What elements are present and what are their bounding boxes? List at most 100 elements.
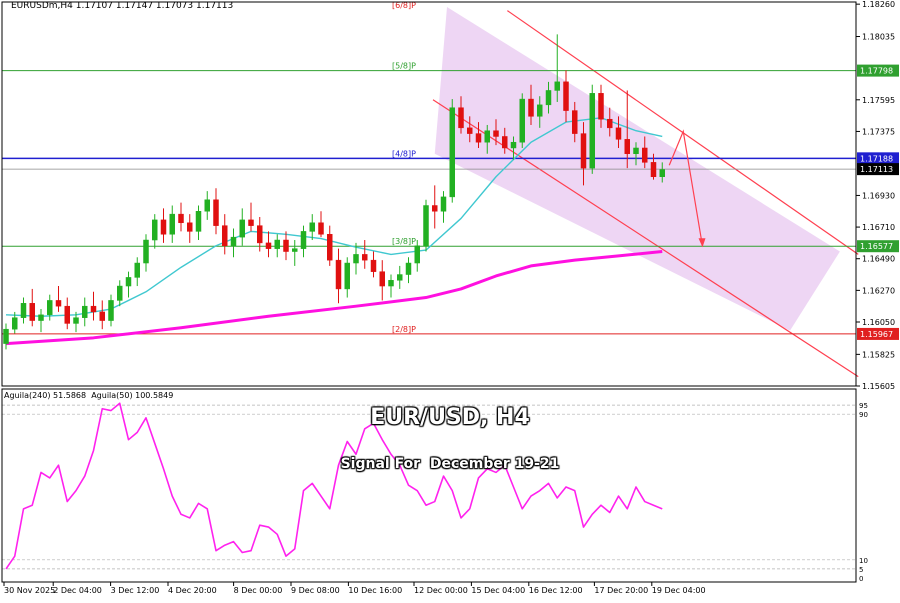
candle-body <box>204 199 210 212</box>
oscillator-tick-label: 5 <box>859 566 863 574</box>
candle-body <box>563 81 569 111</box>
candle-body <box>82 305 88 318</box>
candle-body <box>12 317 18 330</box>
candle-body <box>265 242 272 249</box>
candle-body <box>362 254 368 261</box>
candle-body <box>3 328 9 344</box>
candle-body <box>633 147 639 154</box>
candle-body <box>327 234 333 261</box>
candle-body <box>195 211 202 232</box>
murrey-level-label: [2/8]P <box>392 325 416 334</box>
candle-body <box>55 300 62 307</box>
candle-body <box>335 259 342 290</box>
candle-body <box>467 127 473 134</box>
x-axis-tick-label: 15 Dec 04:00 <box>471 586 525 595</box>
murrey-level-label: [4/8]P <box>392 149 416 158</box>
candle-body <box>134 262 140 278</box>
candle-body <box>187 222 193 232</box>
candle-body <box>449 107 455 198</box>
candle-body <box>47 300 53 316</box>
price-tag-label: 1.17113 <box>860 165 893 174</box>
candle-body <box>213 199 219 226</box>
candle-body <box>423 205 429 247</box>
candle-body <box>580 133 587 169</box>
y-axis-tick-label: 1.16490 <box>862 255 895 264</box>
chart-window: [6/8]P [5/8]P [4/8]P [3/8]P [2/8]P 1.18260 1.… <box>0 0 900 599</box>
candle-body <box>125 277 132 287</box>
candle-body <box>510 141 517 149</box>
candle-body <box>484 130 490 143</box>
candle-body <box>379 271 385 287</box>
candle-body <box>108 300 114 321</box>
candle-body <box>309 222 315 232</box>
candle-body <box>650 162 657 177</box>
x-axis-tick-label: 12 Dec 00:00 <box>414 586 468 595</box>
y-axis-tick-label: 1.17595 <box>862 96 895 105</box>
candle-body <box>222 225 228 247</box>
sma-slow-line <box>5 250 663 346</box>
murrey-level-label: [3/8]P <box>392 237 416 246</box>
candle-body <box>388 280 394 287</box>
candle-body <box>537 104 543 117</box>
candle-body <box>300 231 307 249</box>
candle-body <box>440 196 447 212</box>
x-axis-tick-label: 17 Dec 20:00 <box>594 586 648 595</box>
candle-body <box>642 147 648 163</box>
candle-body <box>160 219 167 235</box>
candle-body <box>607 118 613 129</box>
oscillator-tick-label: 90 <box>859 411 868 419</box>
candle-body <box>659 169 665 177</box>
candle-body <box>458 107 464 129</box>
oscillator-tick-label: 0 <box>859 575 863 583</box>
y-axis-tick-label: 1.16710 <box>862 223 895 232</box>
x-axis-tick-label: 9 Dec 08:00 <box>291 586 340 595</box>
candle-body <box>589 93 595 169</box>
candle-body <box>353 254 359 264</box>
candle-body <box>90 305 97 313</box>
candle-body <box>38 314 44 321</box>
x-axis-tick-label: 4 Dec 20:00 <box>168 586 217 595</box>
oscillator-tick-label: 95 <box>859 402 868 410</box>
candle-body <box>475 133 482 143</box>
chart-subtitle: Signal For December 19-21 <box>340 456 560 472</box>
y-axis-tick-label: 1.16270 <box>862 286 895 295</box>
candle-body <box>99 311 105 321</box>
y-axis-tick-label: 1.15825 <box>862 350 895 359</box>
candle-body <box>29 303 35 321</box>
chart-title: EUR/USD, H4 <box>370 405 530 430</box>
candle-body <box>414 245 420 264</box>
candle-body <box>274 239 280 249</box>
candle-body <box>519 98 525 143</box>
candle-body <box>598 93 604 120</box>
candle-body <box>117 285 123 301</box>
chart-canvas: [6/8]P[5/8]P[4/8]P[3/8]P[2/8]P 1.182601.… <box>1 0 899 595</box>
candle-body <box>178 213 184 224</box>
price-tag-label: 1.17188 <box>860 154 893 163</box>
candle-body <box>64 305 70 324</box>
price-pane: [6/8]P[5/8]P[4/8]P[3/8]P[2/8]P <box>2 1 859 378</box>
candle-body <box>493 130 499 137</box>
candle-body <box>545 90 552 106</box>
candle-body <box>615 127 622 140</box>
candle-body <box>554 81 560 91</box>
price-tag-label: 1.15967 <box>860 330 893 339</box>
symbol-info-label: EURUSDm,H4 1.17107 1.17147 1.17073 1.171… <box>11 1 233 11</box>
candle-body <box>257 225 263 244</box>
x-axis-tick-label: 10 Dec 16:00 <box>348 586 402 595</box>
murrey-level-label: [5/8]P <box>392 62 416 71</box>
y-axis-tick-label: 1.15605 <box>862 382 895 391</box>
price-tag-label: 1.16577 <box>860 242 893 251</box>
oscillator-legend: Aguila(240) 51.5868 Aguila(50) 100.5849 <box>4 391 174 400</box>
y-axis-tick-label: 1.17375 <box>862 127 895 136</box>
x-axis-tick-label: 2 Dec 04:00 <box>53 586 102 595</box>
y-axis-tick-label: 1.16050 <box>862 318 895 327</box>
oscillator-tick-label: 10 <box>859 557 868 565</box>
price-tag-label: 1.17798 <box>860 67 893 76</box>
y-axis-tick-label: 1.18260 <box>862 0 895 9</box>
candle-body <box>20 303 27 318</box>
symbol-name: EURUSDm,H4 <box>11 1 73 11</box>
x-axis-tick-label: 3 Dec 12:00 <box>111 586 160 595</box>
candle-body <box>528 98 534 117</box>
x-axis-tick-label: 30 Nov 2025 <box>4 586 55 595</box>
candle-body <box>143 239 149 264</box>
